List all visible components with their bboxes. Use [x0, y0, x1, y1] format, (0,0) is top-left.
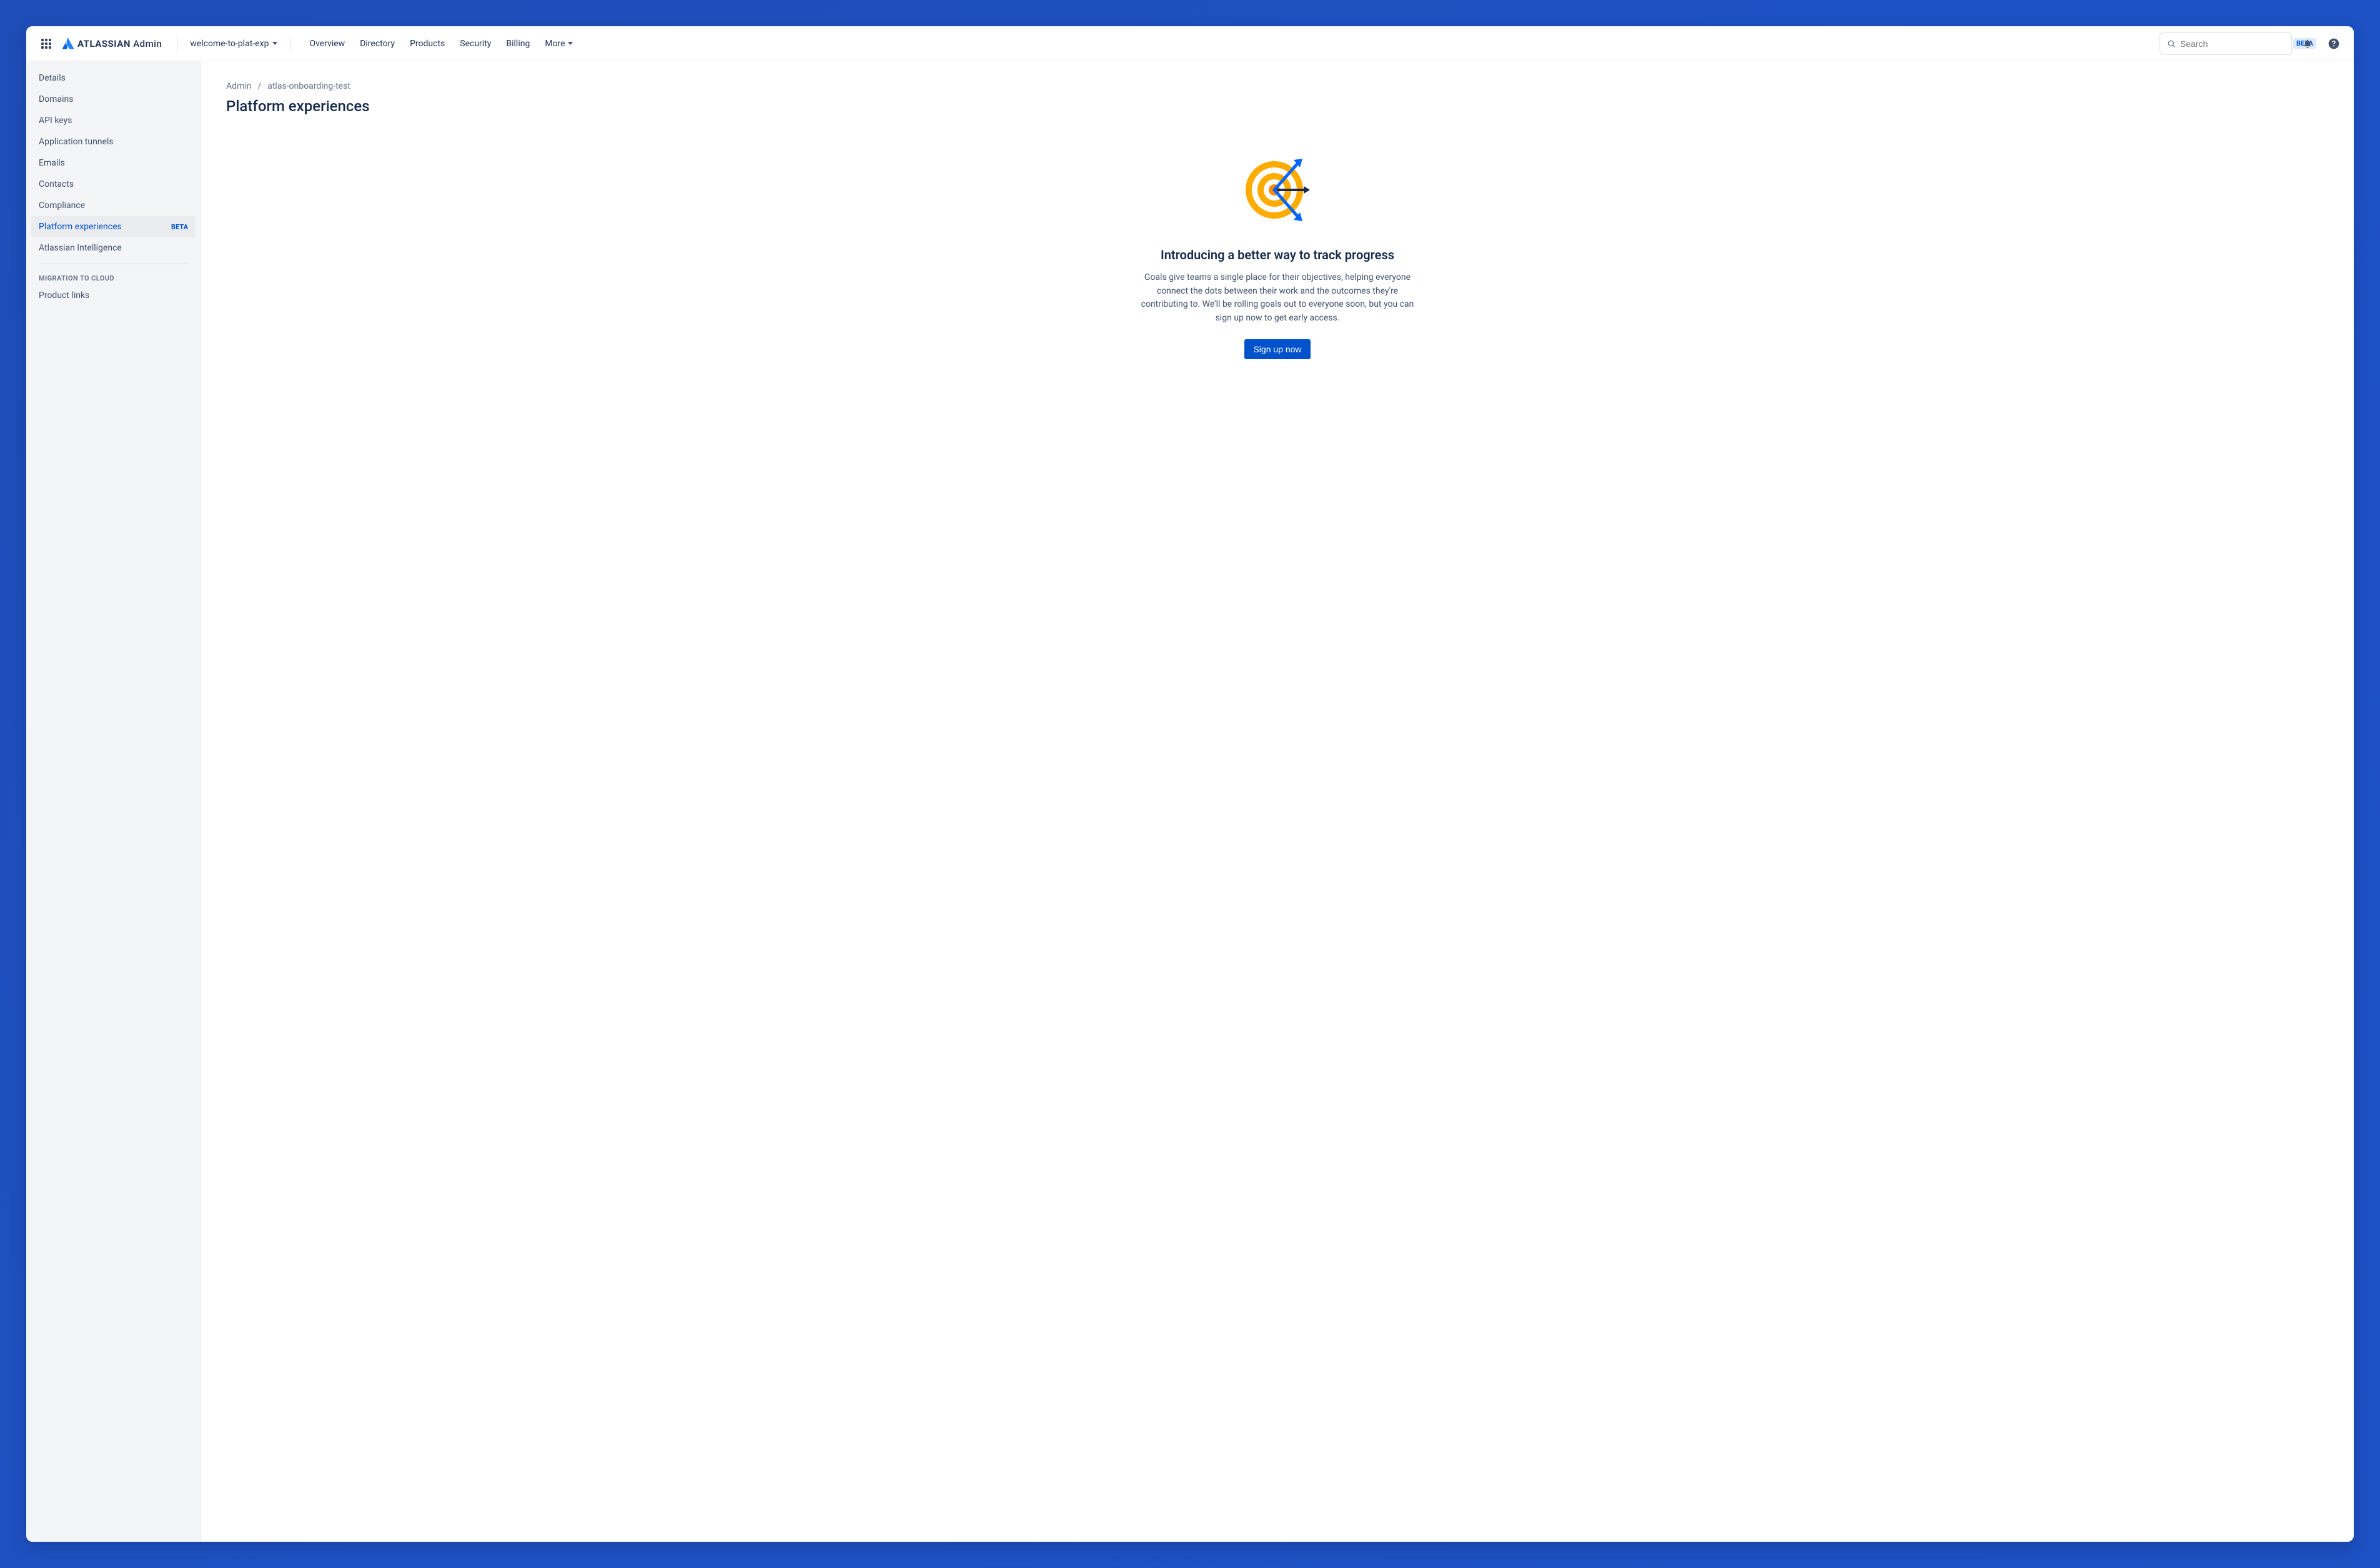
- top-nav: ATLASSIAN Admin welcome-to-plat-exp Over…: [26, 26, 2354, 61]
- sidebar-item-label: Contacts: [39, 179, 74, 189]
- main-content: Admin / atlas-onboarding-test Platform e…: [201, 61, 2354, 1542]
- sidebar-item-label: Emails: [39, 158, 65, 168]
- hero-description: Goals give teams a single place for thei…: [1140, 271, 1415, 325]
- sidebar-item-domains[interactable]: Domains: [31, 89, 196, 110]
- notifications-button[interactable]: [2298, 34, 2318, 54]
- sidebar-item-label: Compliance: [39, 201, 85, 211]
- sidebar-item-label: Domains: [39, 94, 73, 104]
- search-field[interactable]: BETA: [2160, 33, 2291, 54]
- org-switcher-label: welcome-to-plat-exp: [190, 39, 269, 49]
- search-icon: [2166, 39, 2176, 49]
- primary-nav: Overview Directory Products Security Bil…: [303, 35, 578, 52]
- hero-section: Introducing a better way to track progre…: [1140, 152, 1415, 359]
- nav-directory[interactable]: Directory: [354, 35, 401, 52]
- target-icon: [1240, 152, 1315, 227]
- nav-security[interactable]: Security: [454, 35, 497, 52]
- sign-up-button[interactable]: Sign up now: [1244, 339, 1310, 359]
- nav-billing[interactable]: Billing: [500, 35, 536, 52]
- app-body: Details Domains API keys Application tun…: [26, 61, 2354, 1542]
- app-switcher-button[interactable]: [36, 34, 56, 54]
- sidebar-item-api-keys[interactable]: API keys: [31, 110, 196, 131]
- nav-more-label: More: [545, 39, 565, 49]
- sidebar-item-label: API keys: [39, 116, 72, 126]
- sidebar-item-atlassian-intelligence[interactable]: Atlassian Intelligence: [31, 237, 196, 259]
- sidebar-item-application-tunnels[interactable]: Application tunnels: [31, 131, 196, 152]
- sidebar: Details Domains API keys Application tun…: [26, 61, 201, 1542]
- sidebar-item-compliance[interactable]: Compliance: [31, 195, 196, 216]
- sidebar-item-emails[interactable]: Emails: [31, 152, 196, 174]
- breadcrumb-root[interactable]: Admin: [226, 81, 251, 91]
- sidebar-item-product-links[interactable]: Product links: [31, 285, 196, 306]
- breadcrumb-current[interactable]: atlas-onboarding-test: [267, 81, 350, 91]
- org-switcher[interactable]: welcome-to-plat-exp: [185, 35, 282, 52]
- chevron-down-icon: [568, 42, 573, 45]
- app-switcher-icon: [41, 39, 51, 49]
- sidebar-item-contacts[interactable]: Contacts: [31, 174, 196, 195]
- product-name: ATLASSIAN Admin: [77, 38, 162, 49]
- beta-badge: BETA: [171, 223, 188, 231]
- target-illustration: [1140, 152, 1415, 230]
- nav-more[interactable]: More: [538, 35, 578, 52]
- help-button[interactable]: [2324, 34, 2344, 54]
- sidebar-item-label: Platform experiences: [39, 222, 122, 232]
- breadcrumb-separator: /: [257, 81, 261, 91]
- atlassian-logo-icon: [61, 37, 74, 50]
- sidebar-item-label: Application tunnels: [39, 137, 114, 147]
- bell-icon: [2301, 37, 2314, 50]
- nav-products[interactable]: Products: [404, 35, 451, 52]
- product-logo[interactable]: ATLASSIAN Admin: [61, 37, 162, 50]
- sidebar-item-label: Product links: [39, 290, 89, 300]
- page-title: Platform experiences: [226, 97, 2329, 115]
- chevron-down-icon: [272, 42, 277, 45]
- hero-title: Introducing a better way to track progre…: [1140, 247, 1415, 262]
- app-window: ATLASSIAN Admin welcome-to-plat-exp Over…: [26, 26, 2354, 1542]
- nav-overview[interactable]: Overview: [303, 35, 351, 52]
- sidebar-item-label: Atlassian Intelligence: [39, 243, 122, 253]
- sidebar-section-heading: MIGRATION TO CLOUD: [31, 270, 196, 285]
- sidebar-item-label: Details: [39, 73, 66, 83]
- breadcrumb: Admin / atlas-onboarding-test: [226, 81, 2329, 91]
- sidebar-item-details[interactable]: Details: [31, 67, 196, 89]
- sidebar-item-platform-experiences[interactable]: Platform experiences BETA: [31, 216, 196, 237]
- search-input[interactable]: [2176, 39, 2293, 49]
- help-icon: [2328, 37, 2340, 50]
